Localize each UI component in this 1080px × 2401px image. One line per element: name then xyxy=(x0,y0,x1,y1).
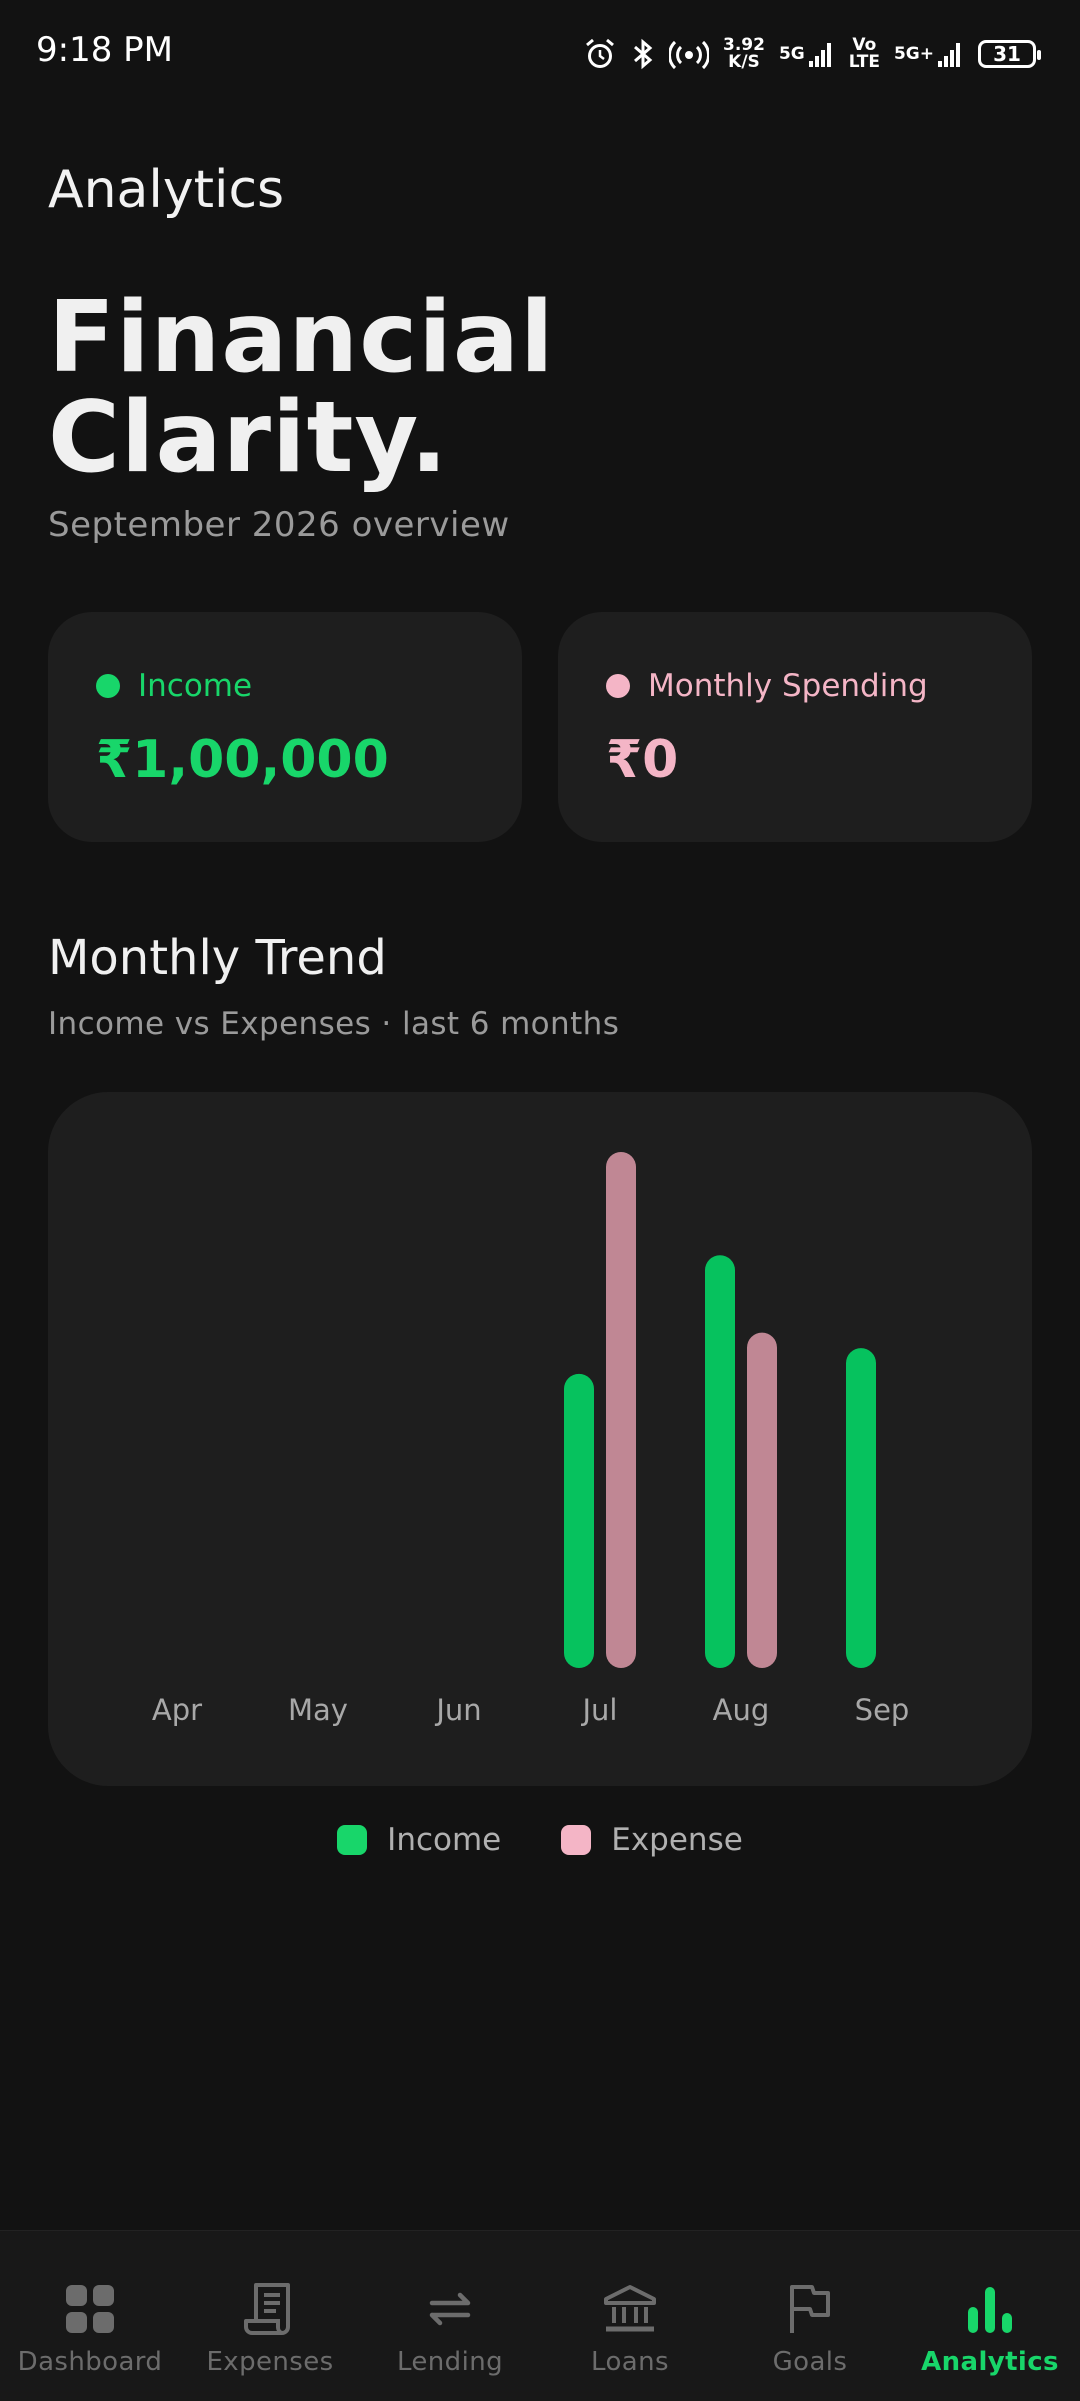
trend-subtitle: Income vs Expenses · last 6 months xyxy=(48,1006,620,1042)
receipt-icon xyxy=(244,2283,290,2335)
battery-icon: 31 xyxy=(978,40,1041,68)
spending-card-label: Monthly Spending xyxy=(606,668,928,704)
spending-dot xyxy=(606,674,630,698)
legend-expense: Expense xyxy=(561,1822,743,1858)
nav-goals-label: Goals xyxy=(772,2347,848,2377)
hero-line-1: Financial xyxy=(48,281,555,395)
volte-indicator: Vo LTE xyxy=(848,35,880,72)
sim1-signal: 5G xyxy=(779,39,835,69)
status-bar: 9:18 PM 3.92 K/S 5G Vo LTE 5G+ 31 xyxy=(0,0,1080,108)
nav-lending-label: Lending xyxy=(396,2347,503,2377)
spending-card[interactable]: Monthly Spending ₹0 xyxy=(558,612,1032,842)
bluetooth-icon xyxy=(631,37,655,71)
nav-goals[interactable]: Goals xyxy=(720,2231,900,2401)
status-time: 9:18 PM xyxy=(36,30,173,70)
nav-lending[interactable]: Lending xyxy=(360,2231,540,2401)
chart-legend: Income Expense xyxy=(0,1822,1080,1858)
nav-expenses[interactable]: Expenses xyxy=(180,2231,360,2401)
bar-income-aug xyxy=(705,1255,735,1668)
trend-chart: Apr May Jun Jul Aug Sep xyxy=(152,1152,910,1727)
bar-income-sep xyxy=(846,1348,876,1668)
hero-title: Financial Clarity. xyxy=(48,288,555,488)
trend-chart-card: Apr May Jun Jul Aug Sep xyxy=(48,1092,1032,1786)
bank-icon xyxy=(604,2285,656,2332)
page-title: Analytics xyxy=(48,160,285,220)
bar-expense-aug xyxy=(747,1332,777,1668)
legend-expense-swatch xyxy=(561,1825,592,1855)
trend-title: Monthly Trend xyxy=(48,930,387,986)
nav-loans[interactable]: Loans xyxy=(540,2231,720,2401)
income-value: ₹1,00,000 xyxy=(96,730,389,790)
spending-label: Monthly Spending xyxy=(648,668,928,704)
income-card-label: Income xyxy=(96,668,252,704)
status-icons: 3.92 K/S 5G Vo LTE 5G+ 31 xyxy=(583,30,1041,78)
nav-loans-label: Loans xyxy=(591,2347,669,2377)
sim2-signal: 5G+ xyxy=(894,39,964,69)
bar-expense-jul xyxy=(606,1152,636,1668)
hero-line-2: Clarity. xyxy=(48,381,449,495)
income-dot xyxy=(96,674,120,698)
bottom-nav: Dashboard Expenses Lending Loans Goals A… xyxy=(0,2230,1080,2401)
x-tick-label: Sep xyxy=(855,1693,910,1727)
x-tick-label: Jun xyxy=(434,1693,481,1727)
battery-level: 31 xyxy=(993,42,1021,66)
alarm-icon xyxy=(583,37,617,71)
swap-arrows-icon xyxy=(429,2292,471,2326)
spending-value: ₹0 xyxy=(606,730,679,790)
hotspot-icon xyxy=(668,37,709,71)
legend-expense-label: Expense xyxy=(611,1822,743,1858)
nav-analytics[interactable]: Analytics xyxy=(900,2231,1080,2401)
x-tick-label: May xyxy=(288,1693,348,1727)
bar-income-jul xyxy=(564,1373,594,1668)
income-card[interactable]: Income ₹1,00,000 xyxy=(48,612,522,842)
income-label: Income xyxy=(138,668,253,704)
nav-analytics-label: Analytics xyxy=(921,2347,1059,2377)
grid-icon xyxy=(66,2285,114,2333)
x-tick-label: Apr xyxy=(152,1693,202,1727)
x-tick-label: Jul xyxy=(581,1693,618,1727)
legend-income: Income xyxy=(337,1822,501,1858)
nav-dashboard-label: Dashboard xyxy=(17,2347,163,2377)
flag-icon xyxy=(790,2285,830,2333)
overview-subtitle: September 2026 overview xyxy=(48,505,510,545)
nav-dashboard[interactable]: Dashboard xyxy=(0,2231,180,2401)
network-speed: 3.92 K/S xyxy=(722,35,765,72)
legend-income-label: Income xyxy=(387,1822,502,1858)
nav-expenses-label: Expenses xyxy=(206,2347,334,2377)
bar-chart-icon xyxy=(968,2287,1012,2333)
legend-income-swatch xyxy=(337,1825,368,1855)
x-tick-label: Aug xyxy=(713,1693,770,1727)
